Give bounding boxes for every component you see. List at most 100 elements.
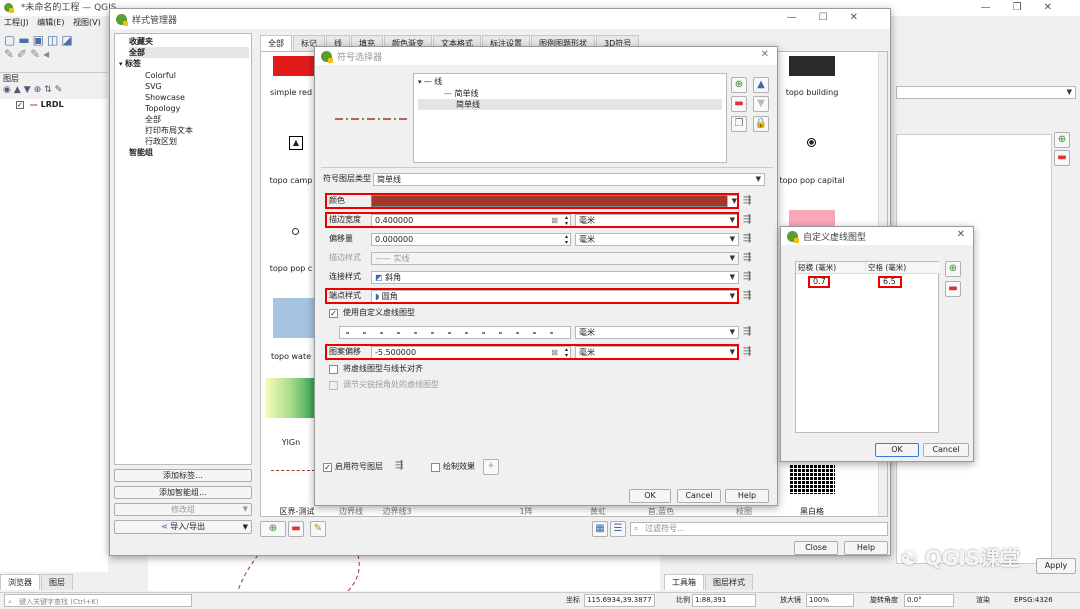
symbol-thumb[interactable]: ▲ <box>289 136 303 150</box>
crs-label[interactable]: EPSG:4326 <box>1014 593 1053 607</box>
symbol-thumb[interactable] <box>273 56 319 76</box>
tree-layer-item[interactable]: — 简单线 <box>418 88 722 99</box>
remove-layer-button[interactable]: ▬ <box>731 96 747 112</box>
move-up-button[interactable]: ▲ <box>753 77 769 93</box>
close-button[interactable]: Close <box>794 541 838 555</box>
tree-root-line[interactable]: ▾ — 线 <box>418 76 722 88</box>
magnifier-value[interactable]: 100% <box>806 594 854 607</box>
modify-group-button[interactable]: 修改组 ▼ <box>114 503 252 516</box>
close-icon[interactable]: ✕ <box>761 49 769 60</box>
tree-tag-admin[interactable]: 行政区划 <box>129 136 249 147</box>
offset-unit[interactable]: 毫米 ▼ <box>575 233 739 246</box>
lock-layer-button[interactable]: 🔒 <box>753 116 769 132</box>
offset-input[interactable]: 0.000000 ▴ ▾ <box>371 233 571 246</box>
add-smart-group-button[interactable]: 添加智能组… <box>114 486 252 499</box>
join-style-combo[interactable]: ◩ 斜角 ▼ <box>371 271 739 284</box>
import-export-button[interactable]: ⋖ 导入/导出 ▼ <box>114 520 252 534</box>
icon-view-button[interactable]: ▦ <box>592 521 608 537</box>
dash-pattern-button[interactable] <box>339 326 571 339</box>
spinner-icon[interactable]: ▴ ▾ <box>565 234 568 246</box>
enable-layer-checkbox[interactable]: ✓ <box>323 463 332 472</box>
toolbar-icons-row2[interactable]: ✎✐✎◂ <box>4 47 112 61</box>
tab-toolbox[interactable]: 工具箱 <box>664 574 704 590</box>
help-button[interactable]: Help <box>844 541 888 555</box>
symbol-thumb[interactable]: ● <box>807 138 816 147</box>
symbol-thumb[interactable] <box>292 228 299 235</box>
list-view-button[interactable]: ☰ <box>610 521 626 537</box>
tree-tag-all[interactable]: 全部 <box>129 114 249 125</box>
toolbar-icons-row1[interactable]: ▢▬▣◫◪ <box>4 33 112 47</box>
right-add-button[interactable]: ⊕ <box>1054 132 1070 148</box>
apply-button[interactable]: Apply <box>1036 558 1076 574</box>
locator-search[interactable]: ⌕ 键入关键字查找 (Ctrl+K) <box>4 594 192 607</box>
tree-layer-item[interactable]: 简单线 <box>418 99 722 110</box>
symbol-thumb[interactable] <box>789 464 835 494</box>
tab-all[interactable]: 全部 <box>260 35 292 51</box>
dash-unit-combo[interactable]: 毫米 ▼ <box>575 326 739 339</box>
effects-star-icon[interactable]: ✦ <box>483 459 499 475</box>
symbol-thumb[interactable] <box>273 298 319 338</box>
data-defined-override-icon[interactable]: ⇶ <box>743 195 751 206</box>
tab-layers[interactable]: 图层 <box>41 574 73 590</box>
cancel-button[interactable]: Cancel <box>923 443 969 457</box>
add-tag-button[interactable]: 添加标签… <box>114 469 252 482</box>
symbol-thumb[interactable] <box>789 56 835 76</box>
tab-browser[interactable]: 浏览器 <box>0 574 40 590</box>
render-label[interactable]: 渲染 <box>976 593 990 607</box>
close-icon[interactable]: ✕ <box>957 229 965 240</box>
window-controls[interactable]: —❐✕ <box>981 2 1074 13</box>
data-defined-override-icon[interactable]: ⇶ <box>743 252 751 263</box>
remove-symbol-button[interactable]: ▬ <box>288 521 304 537</box>
tree-tag-colorful[interactable]: Colorful <box>129 70 249 81</box>
data-defined-override-icon[interactable]: ⇶ <box>743 233 751 244</box>
rotation-value[interactable]: 0.0° <box>904 594 954 607</box>
edit-symbol-button[interactable]: ✎ <box>310 521 326 537</box>
draw-effects-checkbox[interactable] <box>431 463 440 472</box>
layer-row[interactable]: ✓ — LRDL <box>0 99 108 111</box>
tree-tag-svg[interactable]: SVG <box>129 81 249 92</box>
right-remove-button[interactable]: ▬ <box>1054 150 1070 166</box>
add-layer-button[interactable]: ⊕ <box>731 77 747 93</box>
layers-toolbar[interactable]: ◉▲▼⊕⇅✎ <box>0 85 108 99</box>
data-defined-override-icon[interactable]: ⇶ <box>743 214 751 225</box>
tree-tag-showcase[interactable]: Showcase <box>129 92 249 103</box>
stroke-style-combo[interactable]: —— 实线 ▼ <box>371 252 739 265</box>
symbol-thumb[interactable] <box>271 470 315 471</box>
right-panel-combo[interactable]: ▼ <box>896 86 1076 99</box>
data-defined-override-icon[interactable]: ⇶ <box>743 271 751 282</box>
duplicate-layer-button[interactable]: ❐ <box>731 116 747 132</box>
align-dash-checkbox[interactable] <box>329 365 338 374</box>
tree-tag-topology[interactable]: Topology <box>129 103 249 114</box>
adjust-dash-checkbox[interactable] <box>329 381 338 390</box>
window-controls[interactable]: —☐✕ <box>787 12 880 23</box>
tree-favorites[interactable]: 收藏夹 <box>129 36 249 47</box>
space-cell[interactable]: 6.5 <box>878 276 902 288</box>
data-defined-override-icon[interactable]: ⇶ <box>743 346 751 357</box>
tree-smart[interactable]: 智能组 <box>129 147 249 158</box>
data-defined-override-icon[interactable]: ⇶ <box>743 326 751 337</box>
layer-checkbox[interactable]: ✓ <box>16 101 24 109</box>
help-button[interactable]: Help <box>725 489 769 503</box>
remove-dash-button[interactable]: ▬ <box>945 281 961 297</box>
tree-tag-print[interactable]: 打印布局文本 <box>129 125 249 136</box>
ok-button[interactable]: OK <box>629 489 671 503</box>
menu-edit[interactable]: 编辑(E) <box>37 18 64 27</box>
tree-all[interactable]: 全部 <box>129 47 249 58</box>
cancel-button[interactable]: Cancel <box>677 489 721 503</box>
scale-value[interactable]: 1:88,391 <box>692 594 756 607</box>
dash-cell[interactable]: 0.7 <box>808 276 830 288</box>
tab-layer-styling[interactable]: 图层样式 <box>705 574 753 590</box>
filter-symbols-input[interactable]: ⌕ 过滤符号… <box>630 522 888 536</box>
custom-dash-checkbox[interactable]: ✓ <box>329 309 338 318</box>
map-canvas[interactable] <box>148 555 660 591</box>
data-defined-override-icon[interactable]: ⇶ <box>395 460 403 471</box>
move-down-button[interactable]: ▼ <box>753 96 769 112</box>
symbol-thumb[interactable] <box>265 378 315 418</box>
menu-view[interactable]: 视图(V) <box>73 18 101 27</box>
coord-value[interactable]: 115.6934,39.3877 <box>584 594 655 607</box>
menu-project[interactable]: 工程(J) <box>4 18 29 27</box>
add-symbol-button[interactable]: ⊕ <box>260 521 286 537</box>
add-dash-button[interactable]: ⊕ <box>945 261 961 277</box>
layer-type-combo[interactable]: 简单线 ▼ <box>373 173 765 186</box>
data-defined-override-icon[interactable]: ⇶ <box>743 290 751 301</box>
